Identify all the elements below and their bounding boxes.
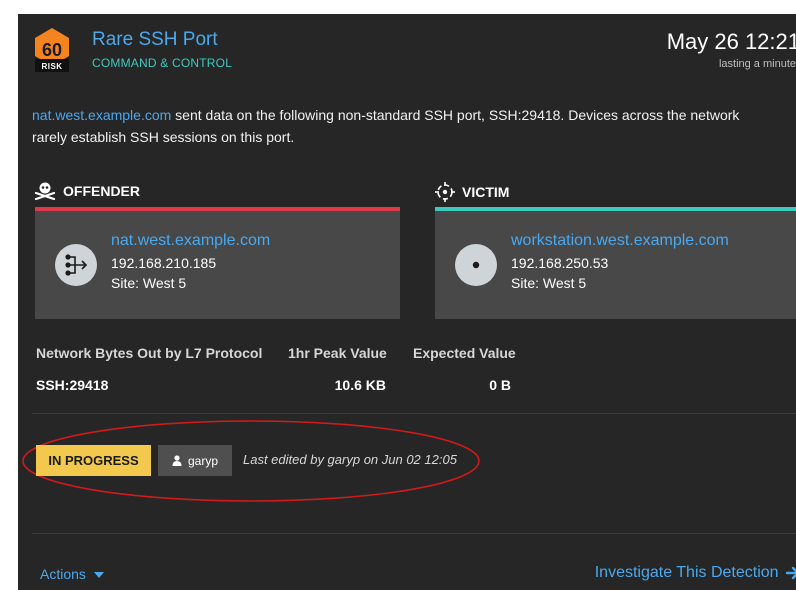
victim-device-site: Site: West 5 xyxy=(511,275,587,291)
investigate-link[interactable]: Investigate This Detection xyxy=(595,564,796,582)
description-device-link[interactable]: nat.west.example.com xyxy=(32,107,171,123)
victim-heading: VICTIM xyxy=(435,182,509,202)
detection-timestamp: May 26 12:21 xyxy=(666,29,796,54)
detection-description: nat.west.example.com sent data on the fo… xyxy=(32,104,772,148)
actions-dropdown[interactable]: Actions xyxy=(40,566,104,582)
metrics-cell-protocol: SSH:29418 xyxy=(36,377,109,393)
metrics-header-protocol: Network Bytes Out by L7 Protocol xyxy=(36,345,263,361)
divider xyxy=(32,533,796,534)
victim-device-ip: 192.168.250.53 xyxy=(511,255,609,271)
skull-crossbones-icon xyxy=(34,182,56,200)
metrics-header-peak: 1hr Peak Value xyxy=(288,345,387,361)
detection-duration: lasting a minute xyxy=(718,58,796,70)
victim-heading-label: VICTIM xyxy=(462,184,510,200)
status-button[interactable]: IN PROGRESS xyxy=(36,445,151,476)
risk-label: RISK xyxy=(41,62,63,71)
crosshair-target-icon xyxy=(435,182,455,202)
detection-card: 60 RISK Rare SSH Port COMMAND & CONTROL … xyxy=(18,14,796,590)
offender-heading: OFFENDER xyxy=(34,182,140,200)
caret-down-icon xyxy=(93,572,104,579)
detection-category[interactable]: COMMAND & CONTROL xyxy=(92,56,232,70)
detection-title[interactable]: Rare SSH Port xyxy=(92,29,218,51)
workstation-icon xyxy=(455,244,497,286)
risk-score: 60 xyxy=(41,40,63,60)
divider xyxy=(32,413,796,414)
metrics-cell-peak: 10.6 KB xyxy=(334,377,386,393)
offender-device-site: Site: West 5 xyxy=(111,275,187,291)
arrow-right-icon xyxy=(785,566,796,579)
assignee-name: garyp xyxy=(187,453,219,468)
last-edited-text: Last edited by garyp on Jun 02 12:05 xyxy=(243,452,457,467)
risk-badge: 60 RISK xyxy=(32,26,72,74)
user-icon xyxy=(172,455,182,466)
offender-device-ip: 192.168.210.185 xyxy=(111,255,217,271)
investigate-label: Investigate This Detection xyxy=(594,564,779,581)
victim-device-name[interactable]: workstation.west.example.com xyxy=(511,232,729,250)
metrics-cell-expected: 0 B xyxy=(489,377,511,393)
actions-label: Actions xyxy=(40,566,86,582)
nat-router-icon xyxy=(55,244,97,286)
offender-device-card: nat.west.example.com 192.168.210.185 Sit… xyxy=(35,211,400,319)
offender-heading-label: OFFENDER xyxy=(63,183,140,199)
offender-device-name[interactable]: nat.west.example.com xyxy=(111,232,270,250)
metrics-header-expected: Expected Value xyxy=(413,345,516,361)
assignee-chip[interactable]: garyp xyxy=(158,445,232,476)
victim-device-card: workstation.west.example.com 192.168.250… xyxy=(435,211,796,319)
